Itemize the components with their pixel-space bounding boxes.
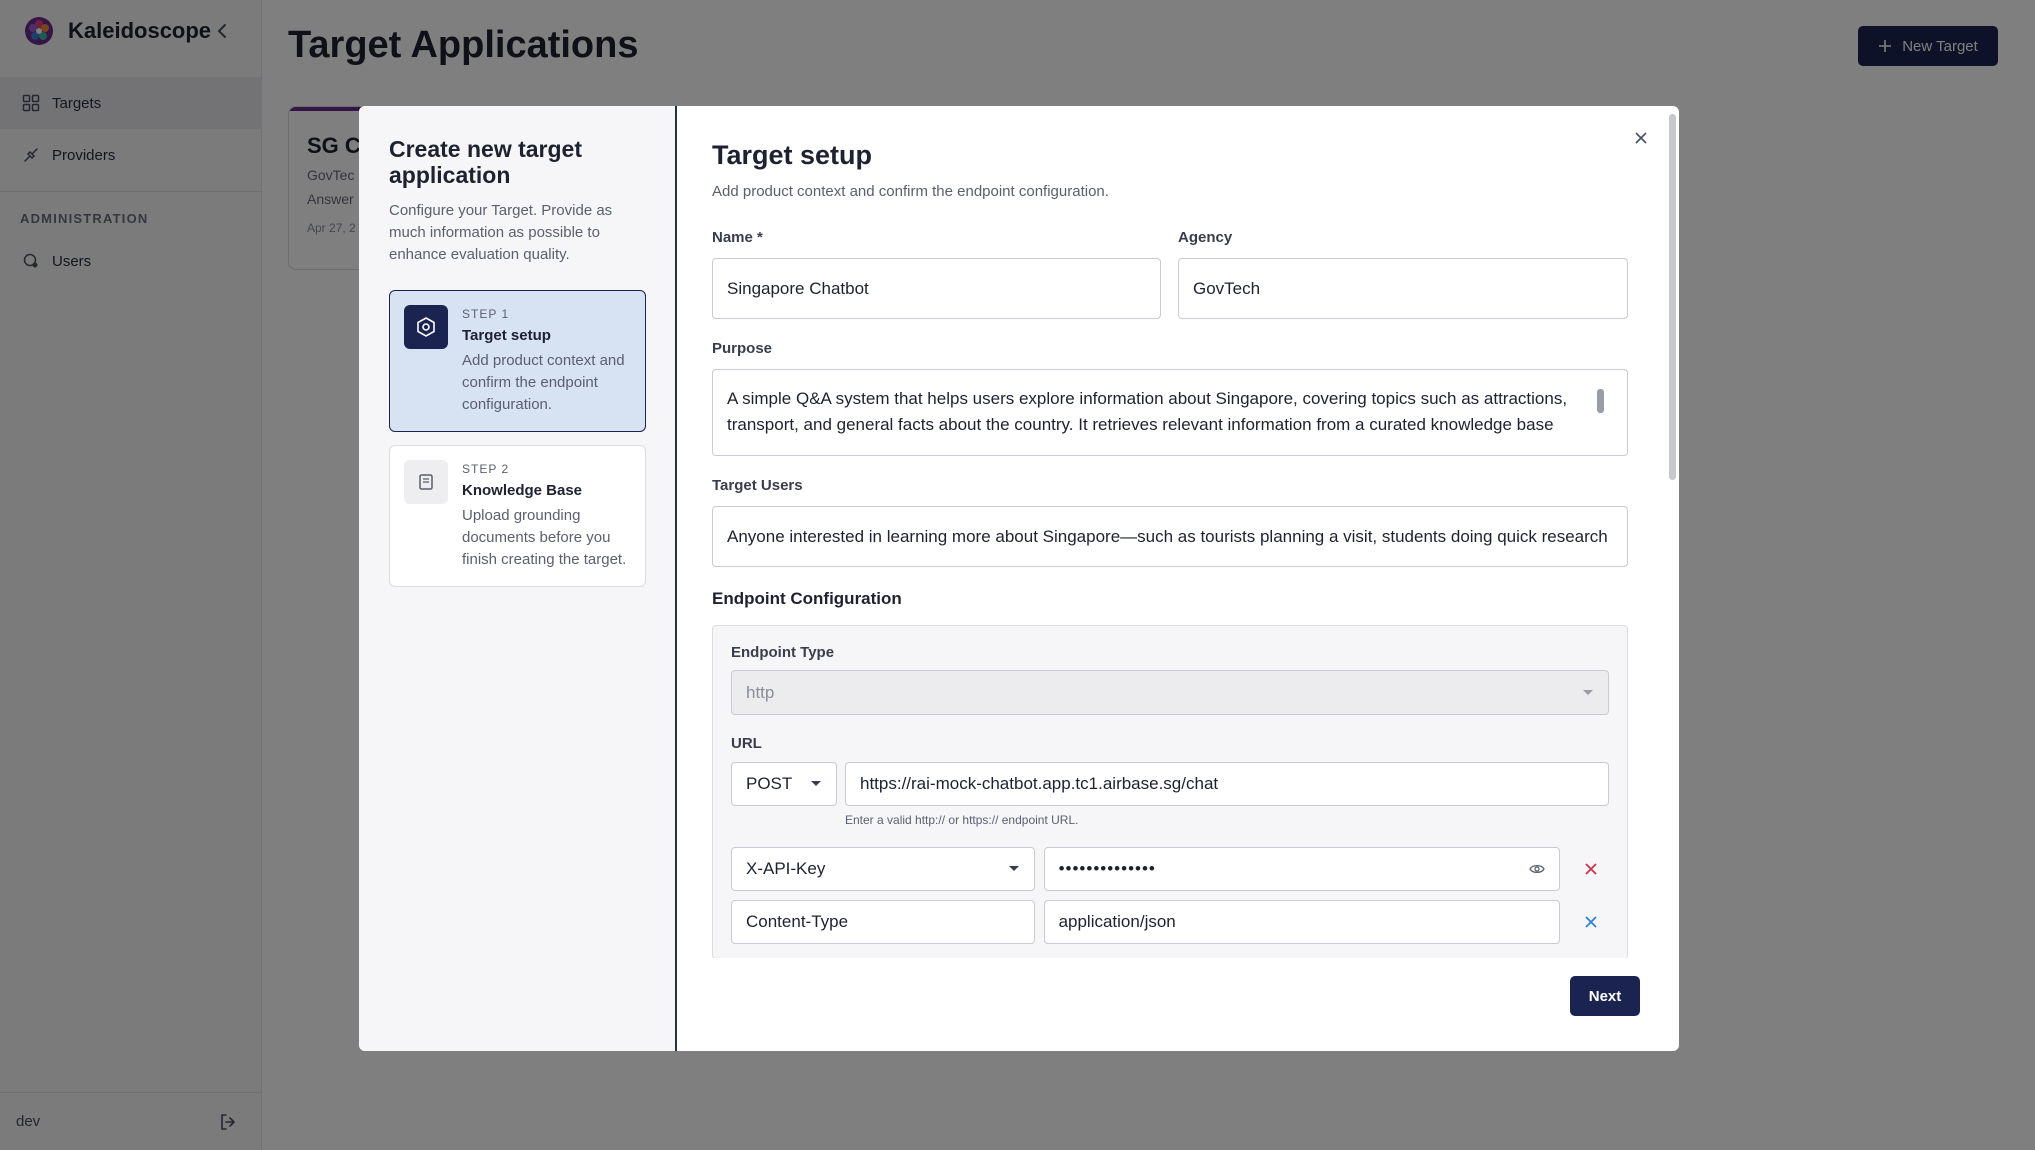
eye-icon[interactable] xyxy=(1529,863,1546,875)
step-number: STEP 2 xyxy=(462,462,510,476)
remove-header-button[interactable] xyxy=(1573,851,1609,887)
header-value-masked: •••••••••••••• xyxy=(1058,859,1156,878)
close-icon xyxy=(1635,132,1647,144)
name-input[interactable]: Singapore Chatbot xyxy=(712,258,1161,319)
header-value-text: application/json xyxy=(1058,912,1176,931)
form-pane: Target setup Add product context and con… xyxy=(677,106,1679,1051)
url-hint: Enter a valid http:// or https:// endpoi… xyxy=(845,813,1079,827)
close-icon xyxy=(1585,863,1597,875)
step-knowledge-base[interactable]: STEP 2 Knowledge Base Upload grounding d… xyxy=(389,445,646,587)
header-key-value: Content-Type xyxy=(746,912,849,931)
caret-down-icon xyxy=(1583,689,1593,695)
purpose-textarea[interactable]: A simple Q&A system that helps users exp… xyxy=(712,369,1628,456)
agency-input[interactable]: GovTech xyxy=(1178,258,1628,319)
purpose-label: Purpose xyxy=(712,340,773,357)
header-key-select[interactable]: X-API-Key xyxy=(731,847,1035,891)
modal-title: Create new target application xyxy=(389,136,583,188)
step-number: STEP 1 xyxy=(462,307,510,321)
step-description: Upload grounding documents before you fi… xyxy=(462,507,627,568)
remove-header-button[interactable] xyxy=(1573,904,1609,940)
step-name: Knowledge Base xyxy=(462,482,583,499)
endpoint-type-select[interactable]: http xyxy=(731,670,1609,715)
name-label: Name * xyxy=(712,229,763,246)
header-value-input[interactable]: application/json xyxy=(1043,900,1561,944)
header-key-input[interactable]: Content-Type xyxy=(731,900,1035,944)
agency-label: Agency xyxy=(1178,229,1233,246)
header-row: Content-Type application/json xyxy=(731,900,1609,944)
settings-hexagon-icon xyxy=(404,305,448,349)
steps-pane: Create new target application Configure … xyxy=(359,106,677,1051)
next-button[interactable]: Next xyxy=(1570,976,1640,1016)
caret-down-icon xyxy=(1008,866,1019,871)
create-target-modal: Create new target application Configure … xyxy=(359,106,1679,1051)
form-scrollbar[interactable] xyxy=(1669,114,1676,480)
close-modal-button[interactable] xyxy=(1629,126,1653,150)
endpoint-type-label: Endpoint Type xyxy=(731,644,835,661)
target-users-input[interactable]: Anyone interested in learning more about… xyxy=(712,506,1628,567)
header-key-value: X-API-Key xyxy=(746,859,826,878)
http-method-value: POST xyxy=(746,774,793,793)
book-icon xyxy=(404,460,448,504)
endpoint-config-panel: Endpoint Type http URL POST https://rai-… xyxy=(712,625,1628,959)
url-label: URL xyxy=(731,735,762,752)
caret-down-icon xyxy=(811,781,821,786)
url-input[interactable]: https://rai-mock-chatbot.app.tc1.airbase… xyxy=(845,762,1609,806)
form-title: Target setup xyxy=(712,140,873,170)
header-value-input[interactable]: •••••••••••••• xyxy=(1043,847,1561,891)
step-target-setup[interactable]: STEP 1 Target setup Add product context … xyxy=(389,290,646,432)
purpose-text: A simple Q&A system that helps users exp… xyxy=(727,389,1568,434)
header-row: X-API-Key •••••••••••••• xyxy=(731,847,1609,891)
modal-footer xyxy=(677,958,1667,1051)
http-method-select[interactable]: POST xyxy=(731,762,837,806)
target-users-label: Target Users xyxy=(712,477,803,494)
target-setup-form: Target setup Add product context and con… xyxy=(712,140,1628,959)
form-subtitle: Add product context and confirm the endp… xyxy=(712,183,1109,200)
purpose-scrollbar[interactable] xyxy=(1597,389,1604,413)
close-icon xyxy=(1585,916,1597,928)
step-description: Add product context and confirm the endp… xyxy=(462,352,625,413)
endpoint-type-value: http xyxy=(746,682,775,702)
endpoint-section-title: Endpoint Configuration xyxy=(712,589,902,608)
modal-description: Configure your Target. Provide as much i… xyxy=(389,202,613,263)
step-name: Target setup xyxy=(462,327,551,344)
